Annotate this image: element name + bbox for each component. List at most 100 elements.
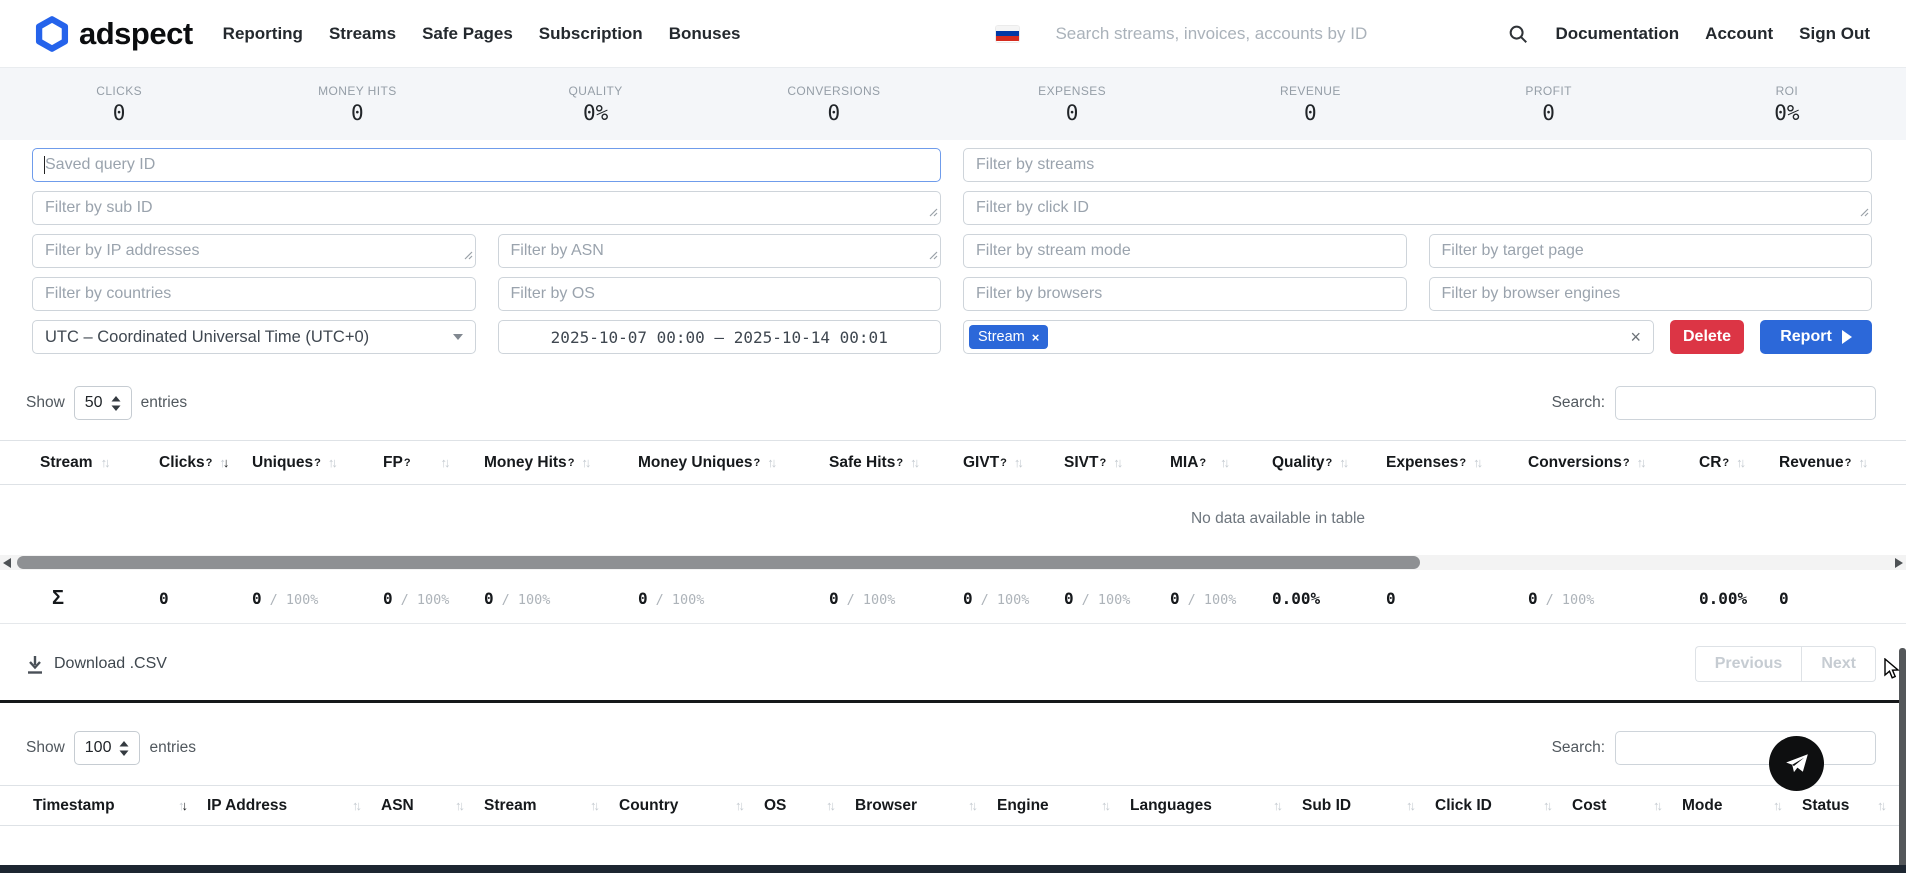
filter-countries-input[interactable] [32,277,476,311]
column-header-stream[interactable]: Stream↑↓ [40,454,159,472]
nav-item-documentation[interactable]: Documentation [1555,24,1679,44]
column-header-uniques[interactable]: Uniques?↑↓ [252,454,383,472]
vertical-scrollbar-thumb[interactable] [1899,648,1906,870]
entries-label: entries [149,739,196,757]
sort-icon: ↑↓ [767,455,774,470]
column-header-ip-address[interactable]: IP Address↑↓ [207,797,381,815]
filters-panel: UTC – Coordinated Universal Time (UTC+0)… [0,140,1906,354]
column-header-expenses[interactable]: Expenses?↑↓ [1386,454,1528,472]
column-header-sivt[interactable]: SIVT?↑↓ [1064,454,1170,472]
group-by-tags-input[interactable]: Stream× × [963,320,1654,354]
report-table-search-input[interactable] [1615,386,1876,420]
filter-click-id-textarea[interactable] [963,191,1872,225]
filter-os-input[interactable] [498,277,942,311]
filter-browser-engines-input[interactable] [1429,277,1873,311]
horizontal-scrollbar[interactable] [0,555,1906,570]
column-header-safe-hits[interactable]: Safe Hits?↑↓ [829,454,963,472]
clicks-table-search-input[interactable] [1615,731,1876,765]
nav-item-reporting[interactable]: Reporting [223,24,303,44]
column-header-asn[interactable]: ASN↑↓ [381,797,484,815]
sort-icon: ↑↓ [1773,798,1780,813]
scroll-right-icon[interactable] [1895,558,1903,568]
nav-item-sign-out[interactable]: Sign Out [1799,24,1870,44]
filter-stream-mode-input[interactable] [963,234,1407,268]
total-cr: 0.00% [1699,589,1779,609]
column-header-revenue[interactable]: Revenue?↑↓ [1779,454,1894,472]
report-button[interactable]: Report [1760,320,1872,354]
column-header-conversions[interactable]: Conversions?↑↓ [1528,454,1699,472]
entries-label: entries [141,394,188,412]
filter-target-page-input[interactable] [1429,234,1873,268]
nav-item-bonuses[interactable]: Bonuses [669,24,741,44]
sort-icon: ↑↓ [1877,798,1884,813]
nav-item-subscription[interactable]: Subscription [539,24,643,44]
total-safe-hits: 0/ 100% [829,589,963,609]
timezone-select[interactable]: UTC – Coordinated Universal Time (UTC+0) [32,320,476,354]
column-header-fp[interactable]: FP?↑↓ [383,454,484,472]
previous-page-button[interactable]: Previous [1695,646,1802,682]
navbar: adspect Reporting Streams Safe Pages Sub… [0,0,1906,67]
column-header-country[interactable]: Country↑↓ [619,797,764,815]
download-icon [26,655,44,674]
download-csv-link[interactable]: Download .CSV [26,655,167,674]
clicks-page-size-select[interactable]: 100 [74,731,141,765]
date-range-input[interactable] [498,320,942,354]
no-data-message: No data available in table [0,510,1906,528]
report-table-footer: Download .CSV Previous Next [0,642,1906,686]
nav-item-account[interactable]: Account [1705,24,1773,44]
total-money-uniques: 0/ 100% [638,589,829,609]
brand-logo[interactable]: adspect [34,16,193,52]
column-header-engine[interactable]: Engine↑↓ [997,797,1130,815]
page-size-select[interactable]: 50 [74,386,132,420]
sort-icon: ↑↓ [101,455,108,470]
column-header-stream[interactable]: Stream↑↓ [484,797,619,815]
column-header-givt[interactable]: GIVT?↑↓ [963,454,1064,472]
clear-tags-icon[interactable]: × [1630,328,1641,346]
column-header-sub-id[interactable]: Sub ID↑↓ [1302,797,1435,815]
column-header-timestamp[interactable]: Timestamp↑↓ [33,797,207,815]
stream-tag-pill[interactable]: Stream× [969,325,1048,349]
main-nav: Reporting Streams Safe Pages Subscriptio… [223,24,741,44]
remove-tag-icon[interactable]: × [1032,330,1040,345]
search-button[interactable] [1507,23,1529,45]
filter-sub-id-textarea[interactable] [32,191,941,225]
global-search-input[interactable] [1055,24,1475,44]
nav-item-streams[interactable]: Streams [329,24,396,44]
filter-streams-input[interactable] [963,148,1872,182]
totals-row: Σ 0 0/ 100% 0/ 100% 0/ 100% 0/ 100% 0/ 1… [0,574,1906,624]
scrollbar-thumb[interactable] [17,556,1420,569]
column-header-money-hits[interactable]: Money Hits?↑↓ [484,454,638,472]
sort-icon: ↑↓ [1858,455,1865,470]
column-header-mode[interactable]: Mode↑↓ [1682,797,1802,815]
stat-profit: PROFIT0 [1430,84,1668,125]
sort-icon: ↑↓ [1736,455,1743,470]
next-page-button[interactable]: Next [1801,646,1876,682]
saved-query-id-input[interactable] [32,148,941,182]
column-header-languages[interactable]: Languages↑↓ [1130,797,1302,815]
nav-item-safe-pages[interactable]: Safe Pages [422,24,513,44]
filter-browsers-input[interactable] [963,277,1407,311]
column-header-cost[interactable]: Cost↑↓ [1572,797,1682,815]
column-header-quality[interactable]: Quality?↑↓ [1272,454,1386,472]
sort-icon: ↑↓ [590,798,597,813]
telegram-button[interactable] [1769,736,1824,791]
show-label: Show [26,394,65,412]
sort-icon: ↑↓ [1637,455,1644,470]
column-header-cr[interactable]: CR?↑↓ [1699,454,1779,472]
column-header-mia[interactable]: MIA?↑↓ [1170,454,1272,472]
russian-flag-icon[interactable] [996,26,1019,42]
scroll-left-icon[interactable] [3,558,11,568]
column-header-status[interactable]: Status↑↓ [1802,797,1906,815]
column-header-os[interactable]: OS↑↓ [764,797,855,815]
column-header-click-id[interactable]: Click ID↑↓ [1435,797,1572,815]
column-header-money-uniques[interactable]: Money Uniques?↑↓ [638,454,829,472]
sort-icon: ↑↓ [735,798,742,813]
total-sivt: 0/ 100% [1064,589,1170,609]
filter-asn-textarea[interactable] [498,234,942,268]
sort-icon: ↑↓ [1220,455,1227,470]
filter-ip-textarea[interactable] [32,234,476,268]
delete-button[interactable]: Delete [1670,320,1744,354]
column-header-clicks[interactable]: Clicks?↑↓ [159,454,252,472]
total-uniques: 0/ 100% [252,589,383,609]
column-header-browser[interactable]: Browser↑↓ [855,797,997,815]
